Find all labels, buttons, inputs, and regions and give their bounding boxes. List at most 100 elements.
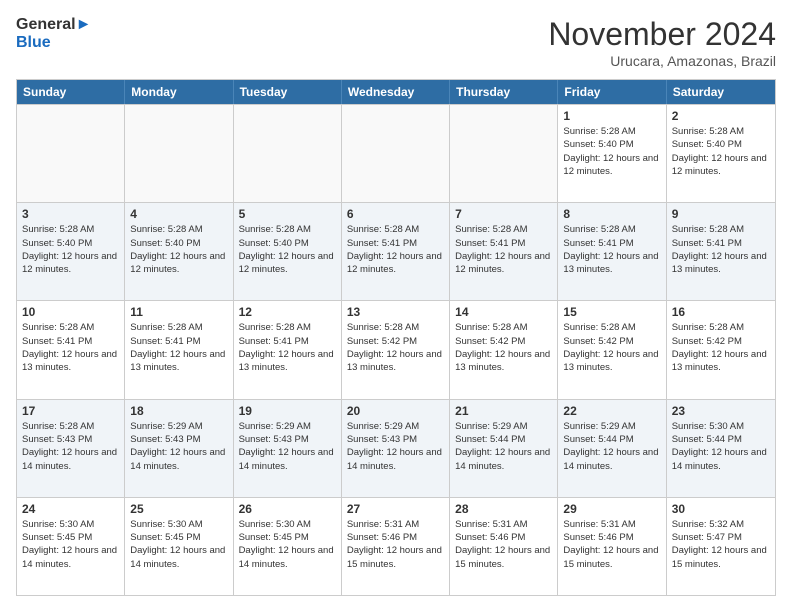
calendar-cell: 10 Sunrise: 5:28 AM Sunset: 5:41 PM Dayl… <box>17 301 125 398</box>
calendar-cell <box>342 105 450 202</box>
calendar-cell: 20 Sunrise: 5:29 AM Sunset: 5:43 PM Dayl… <box>342 400 450 497</box>
day-number: 25 <box>130 502 227 516</box>
weekday-header-tuesday: Tuesday <box>234 80 342 104</box>
day-number: 26 <box>239 502 336 516</box>
day-detail: Sunrise: 5:30 AM Sunset: 5:45 PM Dayligh… <box>130 518 227 571</box>
calendar-cell: 9 Sunrise: 5:28 AM Sunset: 5:41 PM Dayli… <box>667 203 775 300</box>
calendar-cell <box>125 105 233 202</box>
day-detail: Sunrise: 5:28 AM Sunset: 5:43 PM Dayligh… <box>22 420 119 473</box>
day-detail: Sunrise: 5:28 AM Sunset: 5:42 PM Dayligh… <box>347 321 444 374</box>
day-number: 19 <box>239 404 336 418</box>
day-detail: Sunrise: 5:28 AM Sunset: 5:40 PM Dayligh… <box>239 223 336 276</box>
day-detail: Sunrise: 5:29 AM Sunset: 5:44 PM Dayligh… <box>455 420 552 473</box>
day-detail: Sunrise: 5:29 AM Sunset: 5:43 PM Dayligh… <box>347 420 444 473</box>
day-number: 1 <box>563 109 660 123</box>
calendar-header-row: SundayMondayTuesdayWednesdayThursdayFrid… <box>17 80 775 104</box>
day-detail: Sunrise: 5:28 AM Sunset: 5:42 PM Dayligh… <box>563 321 660 374</box>
calendar-cell: 23 Sunrise: 5:30 AM Sunset: 5:44 PM Dayl… <box>667 400 775 497</box>
day-detail: Sunrise: 5:30 AM Sunset: 5:44 PM Dayligh… <box>672 420 770 473</box>
logo: General► Blue <box>16 16 91 51</box>
calendar-cell: 5 Sunrise: 5:28 AM Sunset: 5:40 PM Dayli… <box>234 203 342 300</box>
day-number: 27 <box>347 502 444 516</box>
day-number: 9 <box>672 207 770 221</box>
calendar-cell <box>234 105 342 202</box>
calendar-cell: 3 Sunrise: 5:28 AM Sunset: 5:40 PM Dayli… <box>17 203 125 300</box>
calendar-cell: 12 Sunrise: 5:28 AM Sunset: 5:41 PM Dayl… <box>234 301 342 398</box>
day-number: 6 <box>347 207 444 221</box>
weekday-header-monday: Monday <box>125 80 233 104</box>
calendar-cell: 29 Sunrise: 5:31 AM Sunset: 5:46 PM Dayl… <box>558 498 666 595</box>
day-detail: Sunrise: 5:28 AM Sunset: 5:40 PM Dayligh… <box>130 223 227 276</box>
day-detail: Sunrise: 5:28 AM Sunset: 5:42 PM Dayligh… <box>455 321 552 374</box>
day-detail: Sunrise: 5:31 AM Sunset: 5:46 PM Dayligh… <box>455 518 552 571</box>
calendar-cell: 2 Sunrise: 5:28 AM Sunset: 5:40 PM Dayli… <box>667 105 775 202</box>
weekday-header-friday: Friday <box>558 80 666 104</box>
calendar-cell: 26 Sunrise: 5:30 AM Sunset: 5:45 PM Dayl… <box>234 498 342 595</box>
day-number: 8 <box>563 207 660 221</box>
day-number: 23 <box>672 404 770 418</box>
calendar-cell: 27 Sunrise: 5:31 AM Sunset: 5:46 PM Dayl… <box>342 498 450 595</box>
calendar-week-5: 24 Sunrise: 5:30 AM Sunset: 5:45 PM Dayl… <box>17 497 775 595</box>
calendar-week-3: 10 Sunrise: 5:28 AM Sunset: 5:41 PM Dayl… <box>17 300 775 398</box>
day-number: 15 <box>563 305 660 319</box>
day-number: 14 <box>455 305 552 319</box>
calendar-cell: 6 Sunrise: 5:28 AM Sunset: 5:41 PM Dayli… <box>342 203 450 300</box>
calendar-week-1: 1 Sunrise: 5:28 AM Sunset: 5:40 PM Dayli… <box>17 104 775 202</box>
calendar-cell: 1 Sunrise: 5:28 AM Sunset: 5:40 PM Dayli… <box>558 105 666 202</box>
day-detail: Sunrise: 5:28 AM Sunset: 5:41 PM Dayligh… <box>672 223 770 276</box>
calendar-cell: 25 Sunrise: 5:30 AM Sunset: 5:45 PM Dayl… <box>125 498 233 595</box>
header: General► Blue November 2024 Urucara, Ama… <box>16 16 776 69</box>
day-number: 13 <box>347 305 444 319</box>
day-number: 16 <box>672 305 770 319</box>
day-number: 12 <box>239 305 336 319</box>
day-number: 2 <box>672 109 770 123</box>
calendar-cell: 14 Sunrise: 5:28 AM Sunset: 5:42 PM Dayl… <box>450 301 558 398</box>
calendar-cell: 18 Sunrise: 5:29 AM Sunset: 5:43 PM Dayl… <box>125 400 233 497</box>
calendar-cell: 24 Sunrise: 5:30 AM Sunset: 5:45 PM Dayl… <box>17 498 125 595</box>
day-number: 4 <box>130 207 227 221</box>
day-detail: Sunrise: 5:28 AM Sunset: 5:40 PM Dayligh… <box>672 125 770 178</box>
calendar-cell: 7 Sunrise: 5:28 AM Sunset: 5:41 PM Dayli… <box>450 203 558 300</box>
calendar-cell: 19 Sunrise: 5:29 AM Sunset: 5:43 PM Dayl… <box>234 400 342 497</box>
calendar-cell: 22 Sunrise: 5:29 AM Sunset: 5:44 PM Dayl… <box>558 400 666 497</box>
logo-blue-text: Blue <box>16 34 91 52</box>
weekday-header-wednesday: Wednesday <box>342 80 450 104</box>
day-number: 22 <box>563 404 660 418</box>
calendar-week-4: 17 Sunrise: 5:28 AM Sunset: 5:43 PM Dayl… <box>17 399 775 497</box>
day-detail: Sunrise: 5:29 AM Sunset: 5:43 PM Dayligh… <box>239 420 336 473</box>
day-number: 28 <box>455 502 552 516</box>
day-detail: Sunrise: 5:30 AM Sunset: 5:45 PM Dayligh… <box>22 518 119 571</box>
calendar-body: 1 Sunrise: 5:28 AM Sunset: 5:40 PM Dayli… <box>17 104 775 595</box>
day-detail: Sunrise: 5:28 AM Sunset: 5:40 PM Dayligh… <box>563 125 660 178</box>
day-detail: Sunrise: 5:28 AM Sunset: 5:41 PM Dayligh… <box>239 321 336 374</box>
day-number: 10 <box>22 305 119 319</box>
calendar-cell: 28 Sunrise: 5:31 AM Sunset: 5:46 PM Dayl… <box>450 498 558 595</box>
weekday-header-sunday: Sunday <box>17 80 125 104</box>
calendar-cell: 17 Sunrise: 5:28 AM Sunset: 5:43 PM Dayl… <box>17 400 125 497</box>
calendar-cell <box>17 105 125 202</box>
logo-general-text: General► <box>16 16 91 34</box>
day-detail: Sunrise: 5:28 AM Sunset: 5:42 PM Dayligh… <box>672 321 770 374</box>
calendar-cell: 8 Sunrise: 5:28 AM Sunset: 5:41 PM Dayli… <box>558 203 666 300</box>
day-number: 11 <box>130 305 227 319</box>
day-detail: Sunrise: 5:30 AM Sunset: 5:45 PM Dayligh… <box>239 518 336 571</box>
day-number: 30 <box>672 502 770 516</box>
calendar-cell: 16 Sunrise: 5:28 AM Sunset: 5:42 PM Dayl… <box>667 301 775 398</box>
day-detail: Sunrise: 5:28 AM Sunset: 5:41 PM Dayligh… <box>347 223 444 276</box>
day-detail: Sunrise: 5:28 AM Sunset: 5:41 PM Dayligh… <box>130 321 227 374</box>
day-detail: Sunrise: 5:32 AM Sunset: 5:47 PM Dayligh… <box>672 518 770 571</box>
calendar: SundayMondayTuesdayWednesdayThursdayFrid… <box>16 79 776 596</box>
calendar-cell: 21 Sunrise: 5:29 AM Sunset: 5:44 PM Dayl… <box>450 400 558 497</box>
calendar-cell: 11 Sunrise: 5:28 AM Sunset: 5:41 PM Dayl… <box>125 301 233 398</box>
day-number: 24 <box>22 502 119 516</box>
location-subtitle: Urucara, Amazonas, Brazil <box>548 53 776 69</box>
day-detail: Sunrise: 5:28 AM Sunset: 5:41 PM Dayligh… <box>22 321 119 374</box>
day-detail: Sunrise: 5:29 AM Sunset: 5:43 PM Dayligh… <box>130 420 227 473</box>
day-detail: Sunrise: 5:28 AM Sunset: 5:41 PM Dayligh… <box>455 223 552 276</box>
calendar-week-2: 3 Sunrise: 5:28 AM Sunset: 5:40 PM Dayli… <box>17 202 775 300</box>
calendar-cell: 30 Sunrise: 5:32 AM Sunset: 5:47 PM Dayl… <box>667 498 775 595</box>
day-number: 21 <box>455 404 552 418</box>
weekday-header-saturday: Saturday <box>667 80 775 104</box>
day-detail: Sunrise: 5:31 AM Sunset: 5:46 PM Dayligh… <box>347 518 444 571</box>
day-number: 3 <box>22 207 119 221</box>
